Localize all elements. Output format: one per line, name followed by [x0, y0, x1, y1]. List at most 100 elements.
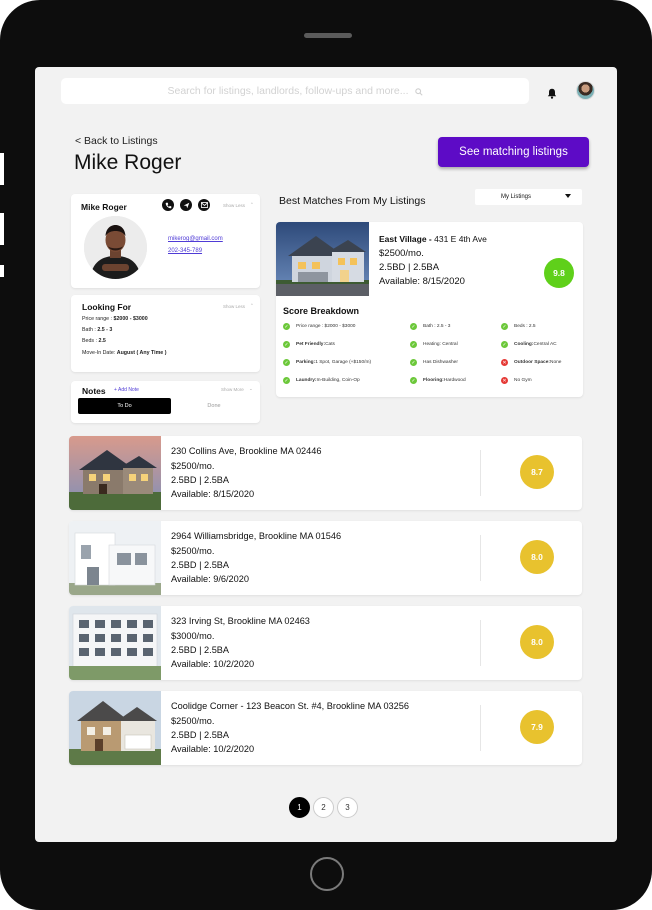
listing-card[interactable]: 323 Irving St, Brookline MA 02463 $3000/… [69, 606, 582, 680]
tab-to-do[interactable]: To Do [78, 398, 171, 414]
tablet-side-button [0, 265, 4, 277]
listing-filter-select[interactable]: My Listings [475, 189, 582, 205]
criterion-item: ✓ Parking: 1 Spot, Garage (+$150/m) [283, 359, 372, 366]
client-email-link[interactable]: mikerog@gmail.com [168, 236, 223, 242]
featured-beds-baths: 2.5BD | 2.5BA [379, 262, 440, 273]
tablet-side-button [0, 213, 4, 245]
looking-for-title: Looking For [82, 302, 132, 312]
show-more-link[interactable]: Show More [221, 387, 244, 392]
check-icon: ✓ [283, 323, 290, 330]
listing-photo [69, 691, 161, 765]
listing-availability: Available: 10/2/2020 [171, 744, 255, 754]
divider [480, 620, 481, 666]
listing-photo [276, 222, 369, 296]
listing-card[interactable]: 2964 Williamsbridge, Brookline MA 01546 … [69, 521, 582, 595]
criterion-item: ✓ Flooring: Hardwood [410, 377, 466, 384]
search-input[interactable]: Search for listings, landlords, follow-u… [167, 85, 408, 97]
tablet-frame: Search for listings, landlords, follow-u… [0, 0, 652, 910]
criterion-item: ✓ Has Dishwasher [410, 359, 458, 366]
looking-for-card: Looking For Show Less ⌃ Price range : $2… [71, 295, 260, 372]
move-in-value: August ( Any Time ) [116, 350, 167, 356]
dropdown-arrow-icon [565, 194, 571, 198]
listing-beds-baths: 2.5BD | 2.5BA [171, 560, 230, 570]
listing-beds-baths: 2.5BD | 2.5BA [171, 475, 230, 485]
add-note-button[interactable]: + Add Note [114, 387, 139, 393]
listing-beds-baths: 2.5BD | 2.5BA [171, 730, 230, 740]
criterion-item: ✓ Pet Friendly: Cats [283, 341, 335, 348]
tablet-side-button [0, 153, 4, 185]
listing-card[interactable]: Coolidge Corner - 123 Beacon St. #4, Bro… [69, 691, 582, 765]
bath-row: Bath : 2.5 - 3 [82, 327, 112, 333]
show-less-link[interactable]: Show Less [223, 203, 245, 208]
check-icon: ✓ [410, 341, 417, 348]
chevron-up-icon[interactable]: ⌃ [250, 303, 254, 309]
check-icon: ✓ [501, 341, 508, 348]
divider [480, 705, 481, 751]
match-score-badge: 7.9 [520, 710, 554, 744]
cross-icon: ✕ [501, 359, 508, 366]
user-avatar[interactable] [576, 81, 595, 100]
listing-price: $2500/mo. [171, 716, 215, 726]
listing-availability: Available: 9/6/2020 [171, 574, 249, 584]
back-to-listings-link[interactable]: < Back to Listings [75, 135, 158, 147]
listing-photo [69, 606, 161, 680]
listing-filter-value: My Listings [501, 194, 532, 200]
client-phone-link[interactable]: 202-345-789 [168, 248, 202, 254]
notes-card: Notes + Add Note Show More ⌄ To Do Done [71, 381, 260, 423]
mail-icon[interactable] [198, 199, 210, 211]
page-button[interactable]: 2 [313, 797, 334, 818]
client-name: Mike Roger [81, 202, 127, 212]
check-icon: ✓ [283, 341, 290, 348]
listing-address: 2964 Williamsbridge, Brookline MA 01546 [171, 531, 342, 541]
tab-done[interactable]: Done [173, 398, 255, 414]
criterion-item: ✓ Price range : $2000 - $3000 [283, 323, 356, 330]
check-icon: ✓ [410, 323, 417, 330]
beds-label: Beds : [82, 338, 99, 344]
listing-availability: Available: 10/2/2020 [171, 659, 255, 669]
price-range-row: Price range : $2000 - $3000 [82, 316, 148, 322]
criterion-item: ✓ Laundry: In-Building, Coin-Op [283, 377, 360, 384]
move-in-label: Move-In Date: [82, 350, 117, 356]
beds-value: 2.5 [98, 338, 106, 344]
check-icon: ✓ [501, 323, 508, 330]
move-in-row: Move-In Date: August ( Any Time ) [82, 350, 166, 356]
featured-street: 431 E 4th Ave [434, 234, 487, 244]
phone-icon[interactable] [162, 199, 174, 211]
featured-listing-card[interactable]: East Village - 431 E 4th Ave $2500/mo. 2… [276, 222, 583, 397]
listing-photo [69, 521, 161, 595]
listing-availability: Available: 8/15/2020 [171, 489, 255, 499]
send-icon[interactable] [180, 199, 192, 211]
listing-price: $3000/mo. [171, 631, 215, 641]
criterion-item: ✕ No Gym [501, 377, 532, 384]
search-icon[interactable] [414, 87, 423, 96]
listing-beds-baths: 2.5BD | 2.5BA [171, 645, 230, 655]
home-button[interactable] [310, 857, 344, 891]
match-score-badge: 8.0 [520, 540, 554, 574]
chevron-down-icon[interactable]: ⌄ [249, 386, 253, 392]
cross-icon: ✕ [501, 377, 508, 384]
chevron-up-icon[interactable]: ⌃ [250, 202, 254, 208]
page-button[interactable]: 3 [337, 797, 358, 818]
see-matching-listings-button[interactable]: See matching listings [438, 137, 589, 167]
show-less-link[interactable]: Show Less [223, 304, 245, 309]
match-score-badge: 8.0 [520, 625, 554, 659]
client-photo [84, 216, 147, 279]
check-icon: ✓ [410, 359, 417, 366]
bath-label: Bath : [82, 327, 98, 333]
listing-price: $2500/mo. [171, 461, 215, 471]
criterion-item: ✕ Outdoor Space: None [501, 359, 562, 366]
featured-availability: Available: 8/15/2020 [379, 276, 465, 287]
criterion-item: ✓ Heating: Central [410, 341, 458, 348]
bell-icon[interactable] [547, 86, 557, 99]
best-matches-title: Best Matches From My Listings [279, 195, 426, 207]
criterion-item: ✓ Bath : 2.5 - 3 [410, 323, 451, 330]
listing-photo [69, 436, 161, 510]
search-bar[interactable]: Search for listings, landlords, follow-u… [61, 78, 529, 104]
notes-title: Notes [82, 386, 106, 396]
listing-card[interactable]: 230 Collins Ave, Brookline MA 02446 $250… [69, 436, 582, 510]
app-screen: Search for listings, landlords, follow-u… [35, 67, 617, 842]
page-button[interactable]: 1 [289, 797, 310, 818]
client-profile-card: Mike Roger Show Less ⌃ mikerog@gmail.com… [71, 194, 260, 288]
listing-address: 323 Irving St, Brookline MA 02463 [171, 616, 310, 626]
listing-address: Coolidge Corner - 123 Beacon St. #4, Bro… [171, 701, 409, 711]
